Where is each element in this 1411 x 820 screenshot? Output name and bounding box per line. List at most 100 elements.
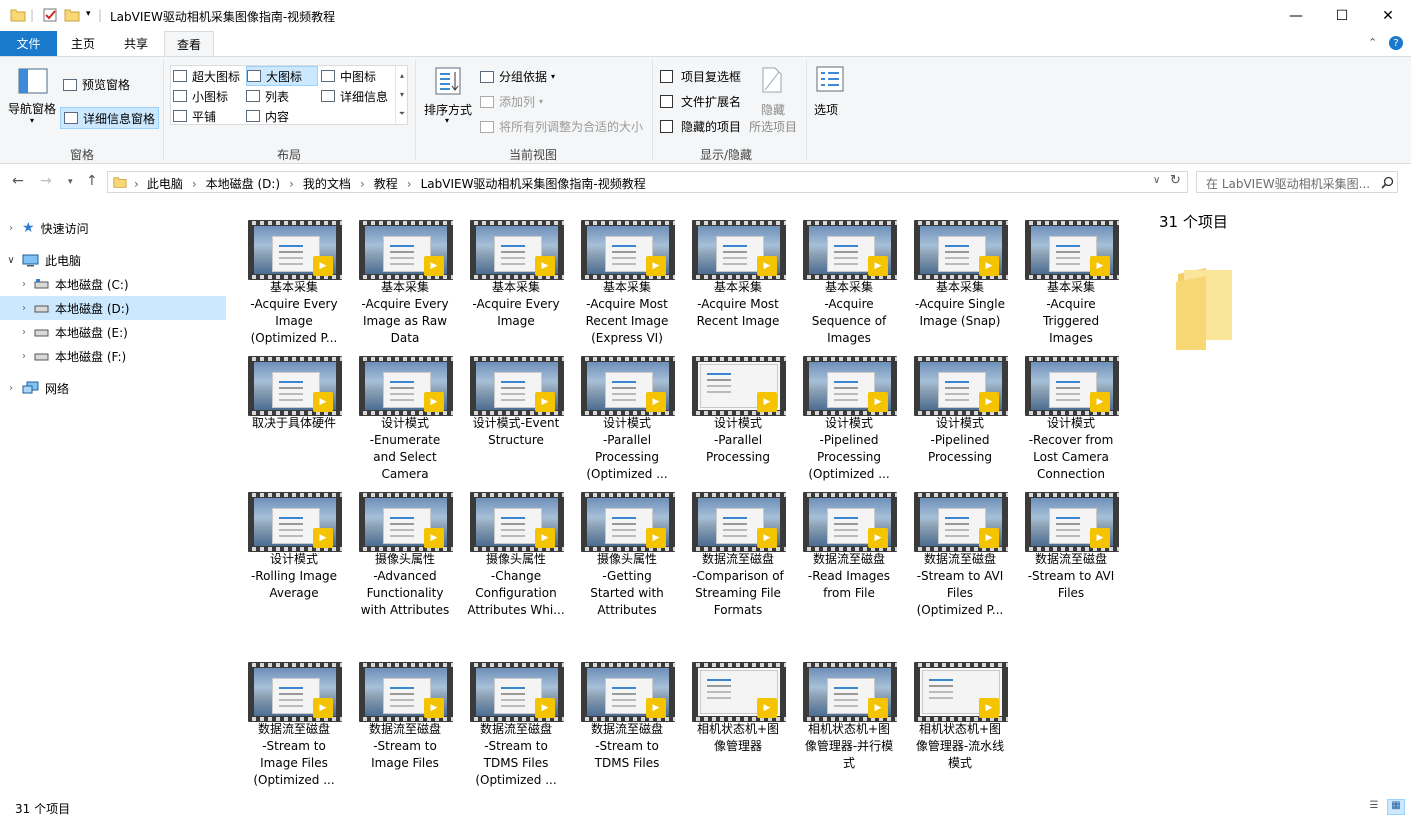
player-badge-icon: ▶	[424, 528, 444, 548]
properties-icon[interactable]	[42, 7, 58, 23]
up-arrow-icon[interactable]: ↑	[86, 173, 98, 189]
layout-content[interactable]: 内容	[246, 106, 318, 126]
expand-chevron-icon[interactable]: ›	[14, 279, 34, 290]
play-icon: ▶	[874, 533, 882, 543]
help-icon[interactable]: ?	[1389, 36, 1403, 50]
collapse-ribbon-chevron-icon[interactable]: ⌃	[1368, 36, 1377, 49]
player-badge-icon: ▶	[646, 392, 666, 412]
nav-pane-icon	[18, 68, 48, 94]
play-icon: ▶	[319, 533, 327, 543]
file-name-line: -Recover from	[1028, 433, 1114, 447]
breadcrumb-tutorials[interactable]: 教程	[374, 175, 398, 192]
layout-large-icons[interactable]: 大图标	[246, 66, 318, 86]
search-box[interactable]: 在 LabVIEW驱动相机采集图...	[1196, 171, 1398, 193]
breadcrumb-drive-d[interactable]: 本地磁盘 (D:)	[206, 175, 280, 192]
layout-tiles[interactable]: 平铺	[173, 106, 245, 126]
hidden-items-option[interactable]: 隐藏的项目	[660, 118, 741, 135]
breadcrumb-this-pc[interactable]: 此电脑	[147, 175, 183, 192]
expand-chevron-icon[interactable]: ›	[14, 327, 34, 338]
player-badge-icon: ▶	[979, 256, 999, 276]
expand-chevron-icon[interactable]: ›	[0, 383, 22, 394]
play-icon: ▶	[763, 397, 771, 407]
tab-file[interactable]: 文件	[0, 31, 57, 56]
tab-home[interactable]: 主页	[60, 31, 106, 56]
tiles-icon	[173, 110, 187, 122]
tab-share[interactable]: 共享	[111, 31, 161, 56]
recent-chevron-icon[interactable]: ▾	[68, 177, 73, 187]
new-folder-icon[interactable]	[64, 7, 80, 23]
large-icons-view-icon[interactable]: ▦	[1387, 799, 1405, 815]
refresh-icon[interactable]: ↻	[1170, 173, 1181, 188]
add-column-button[interactable]: 添加列 ▾	[480, 93, 543, 110]
hidden-items-checkbox[interactable]	[660, 120, 673, 133]
player-badge-icon: ▶	[1090, 256, 1110, 276]
player-badge-icon: ▶	[646, 256, 666, 276]
fit-columns-button[interactable]: 将所有列调整为合适的大小	[480, 118, 643, 135]
nav-drive-c[interactable]: › 本地磁盘 (C:)	[0, 272, 226, 296]
breadcrumb-my-documents[interactable]: 我的文档	[303, 175, 351, 192]
nav-drive-d[interactable]: › 本地磁盘 (D:)	[0, 296, 226, 320]
nav-drive-f[interactable]: › 本地磁盘 (F:)	[0, 344, 226, 368]
nav-drive-e[interactable]: › 本地磁盘 (E:)	[0, 320, 226, 344]
details-view-icon[interactable]: ☰	[1366, 800, 1382, 814]
layout-scroll[interactable]: ▴ ▾ ⏷	[395, 66, 408, 124]
play-icon: ▶	[985, 397, 993, 407]
layout-list[interactable]: 列表	[246, 86, 318, 106]
file-name-line: Images	[1049, 331, 1093, 345]
sort-by-button[interactable]: 排序方式 ▾	[422, 64, 474, 134]
player-badge-icon: ▶	[424, 392, 444, 412]
breadcrumb-current-folder[interactable]: LabVIEW驱动相机采集图像指南-视频教程	[421, 175, 646, 192]
file-name-line: -Stream to AVI	[1027, 569, 1115, 583]
group-divider	[163, 60, 164, 160]
play-icon: ▶	[985, 533, 993, 543]
close-button[interactable]: ✕	[1365, 0, 1411, 31]
breadcrumb: › 此电脑 › 本地磁盘 (D:) › 我的文档 › 教程 › LabVIEW驱…	[134, 175, 646, 192]
status-item-count: 31 个项目	[15, 802, 71, 816]
file-name-line: 基本采集	[1046, 280, 1095, 294]
preview-pane-button[interactable]: 预览窗格	[63, 76, 130, 93]
layout-details[interactable]: 详细信息	[321, 86, 393, 106]
breadcrumb-separator-icon: ›	[134, 176, 139, 191]
nav-this-pc[interactable]: ∨ 此电脑	[0, 248, 226, 272]
fit-columns-label: 将所有列调整为合适的大小	[499, 120, 644, 134]
player-badge-icon: ▶	[535, 528, 555, 548]
address-history-chevron-icon[interactable]: ∨	[1153, 175, 1160, 186]
layout-item-label: 详细信息	[340, 89, 389, 104]
options-button[interactable]: 选项	[812, 64, 848, 134]
expand-chevron-icon[interactable]: ›	[0, 223, 22, 234]
minimize-button[interactable]: —	[1273, 0, 1319, 31]
collapse-chevron-icon[interactable]: ∨	[0, 255, 22, 266]
address-bar[interactable]: › 此电脑 › 本地磁盘 (D:) › 我的文档 › 教程 › LabVIEW驱…	[107, 171, 1188, 193]
expand-chevron-icon[interactable]: ›	[14, 303, 34, 314]
maximize-button[interactable]: ☐	[1319, 0, 1365, 31]
customize-qa-chevron-icon[interactable]: ▾	[86, 9, 91, 19]
hide-selected-button[interactable]: 隐藏 所选项目	[746, 64, 800, 136]
forward-arrow-icon[interactable]: →	[40, 173, 52, 189]
tab-view[interactable]: 查看	[164, 31, 214, 56]
play-icon: ▶	[430, 261, 438, 271]
file-name-line: (Express VI)	[591, 331, 663, 345]
hide-selected-label-1: 隐藏	[760, 103, 785, 117]
item-checkboxes-checkbox[interactable]	[660, 70, 673, 83]
file-extensions-label: 文件扩展名	[681, 95, 742, 109]
expand-chevron-icon[interactable]: ›	[14, 351, 34, 362]
group-by-button[interactable]: 分组依据 ▾	[480, 68, 555, 85]
file-name: 数据流至磁盘 -Stream to AVI Files	[1006, 551, 1136, 602]
file-extensions-option[interactable]: 文件扩展名	[660, 93, 741, 110]
file-extensions-checkbox[interactable]	[660, 95, 673, 108]
nav-label: 本地磁盘 (D:)	[55, 301, 130, 316]
nav-pane-button[interactable]: 导航窗格 ▾	[8, 64, 58, 134]
layout-small-icons[interactable]: 小图标	[173, 86, 245, 106]
search-input[interactable]: 在 LabVIEW驱动相机采集图...	[1206, 175, 1370, 192]
item-checkboxes-option[interactable]: 项目复选框	[660, 68, 741, 85]
preview-pane-label: 预览窗格	[82, 78, 131, 92]
layout-medium-icons[interactable]: 中图标	[321, 66, 393, 86]
search-icon[interactable]	[1381, 176, 1394, 189]
nav-quick-access[interactable]: › ★ 快速访问	[0, 216, 226, 240]
hidden-items-label: 隐藏的项目	[681, 120, 742, 134]
details-pane-button[interactable]: 详细信息窗格	[60, 107, 160, 129]
nav-network[interactable]: › 网络	[0, 376, 226, 400]
layout-extra-large-icons[interactable]: 超大图标	[173, 66, 245, 86]
nav-label: 快速访问	[40, 221, 89, 236]
back-arrow-icon[interactable]: ←	[12, 173, 24, 189]
